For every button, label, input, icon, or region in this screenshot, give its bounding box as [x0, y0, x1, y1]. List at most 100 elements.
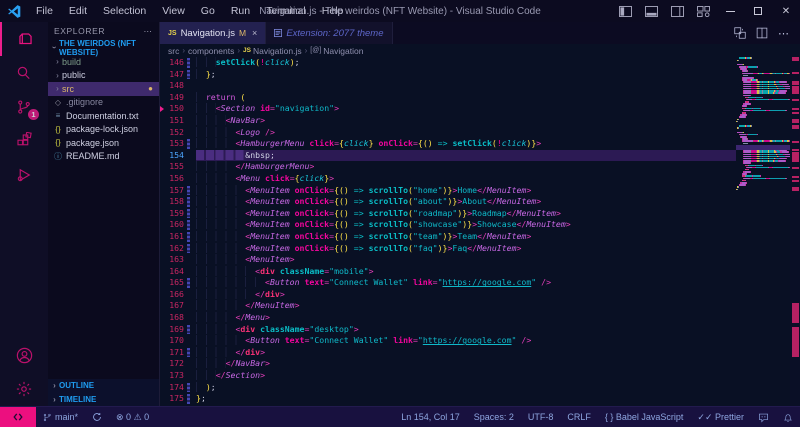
code-line-170[interactable]: 170 <Button text="Connect Wallet" link="… — [160, 335, 736, 347]
code-text: <Button text="Connect Wallet" link="http… — [196, 277, 736, 289]
explorer-more-actions-icon[interactable]: ⋯ — [144, 26, 154, 37]
git-modified-gutter-icon — [187, 209, 190, 219]
tree-item-readme-md[interactable]: ⓘREADME.md — [48, 150, 159, 164]
activity-settings-icon[interactable] — [0, 372, 48, 406]
line-number: 173 — [160, 370, 184, 382]
code-line-159[interactable]: 159 <MenuItem onClick={() => scrollTo("r… — [160, 208, 736, 220]
code-line-157[interactable]: 157 <MenuItem onClick={() => scrollTo("h… — [160, 185, 736, 197]
breadcrumb: src›components›JSNavigation.js›[@]Naviga… — [160, 44, 800, 57]
code-line-161[interactable]: 161 <MenuItem onClick={() => scrollTo("t… — [160, 231, 736, 243]
code-line-172[interactable]: 172 </NavBar> — [160, 358, 736, 370]
split-editor-icon[interactable] — [756, 27, 768, 39]
remote-indicator[interactable] — [0, 407, 36, 427]
sidebar-panel-timeline[interactable]: ›TIMELINE — [48, 393, 159, 407]
tree-item-public[interactable]: ›public — [48, 69, 159, 83]
customize-layout-icon[interactable] — [690, 0, 716, 22]
code-line-148[interactable]: 148 — [160, 80, 736, 92]
project-root-item[interactable]: › THE WEIRDOS (NFT WEBSITE) — [48, 40, 159, 55]
code-line-167[interactable]: 167 </MenuItem> — [160, 300, 736, 312]
breadcrumb-item-navigation[interactable]: [@]Navigation — [310, 46, 363, 56]
menu-help[interactable]: Help — [314, 0, 352, 22]
menu-selection[interactable]: Selection — [95, 0, 154, 22]
sync-button[interactable] — [85, 407, 109, 427]
code-line-174[interactable]: 174 ); — [160, 382, 736, 394]
tree-item--gitignore[interactable]: ◇.gitignore — [48, 96, 159, 110]
tree-item-build[interactable]: ›build — [48, 55, 159, 69]
menu-view[interactable]: View — [154, 0, 193, 22]
breadcrumb-item-src[interactable]: src — [168, 46, 179, 56]
code-editor[interactable]: 146 setClick(!click);147 };148149 return… — [160, 57, 800, 406]
activity-run-and-debug-icon[interactable] — [0, 158, 48, 192]
code-line-156[interactable]: 156 <Menu click={click}> — [160, 173, 736, 185]
status-item-2[interactable]: UTF-8 — [521, 407, 561, 427]
line-number: 159 — [160, 208, 184, 220]
toggle-secondary-sidebar-icon[interactable] — [664, 0, 690, 22]
line-number: 170 — [160, 335, 184, 347]
code-line-147[interactable]: 147 }; — [160, 69, 736, 81]
code-line-171[interactable]: 171 </div> — [160, 347, 736, 359]
code-line-165[interactable]: 165 <Button text="Connect Wallet" link="… — [160, 277, 736, 289]
problems-status[interactable]: ⊗ 0 ⚠ 0 — [109, 407, 156, 427]
file-type-icon: ⓘ — [53, 151, 63, 162]
minimap[interactable] — [736, 57, 790, 406]
code-text: </Section> — [196, 370, 736, 382]
menu-run[interactable]: Run — [223, 0, 258, 22]
sync-icon — [92, 412, 102, 422]
activity-source-control-icon[interactable]: 1 — [0, 90, 48, 124]
code-line-176[interactable]: 176 — [160, 405, 736, 406]
git-branch-status[interactable]: main* — [36, 407, 85, 427]
code-line-158[interactable]: 158 <MenuItem onClick={() => scrollTo("a… — [160, 196, 736, 208]
tab-navigation-js[interactable]: JSNavigation.jsM× — [160, 22, 266, 44]
sidebar-panel-outline[interactable]: ›OUTLINE — [48, 379, 159, 393]
code-line-149[interactable]: 149 return ( — [160, 92, 736, 104]
toggle-panel-icon[interactable] — [638, 0, 664, 22]
code-line-173[interactable]: 173 </Section> — [160, 370, 736, 382]
open-changes-icon[interactable] — [734, 27, 746, 39]
code-line-155[interactable]: 155 </HamburgerMenu> — [160, 161, 736, 173]
status-item-5[interactable]: ✓✓ Prettier — [690, 407, 751, 427]
code-line-150[interactable]: 150 <Section id="navigation"> — [160, 103, 736, 115]
menu-file[interactable]: File — [28, 0, 61, 22]
code-line-154[interactable]: 154 &nbsp; — [160, 150, 736, 162]
close-button[interactable]: ✕ — [772, 0, 800, 22]
activity-search-icon[interactable] — [0, 56, 48, 90]
notifications-bell-button[interactable] — [776, 407, 800, 427]
activity-extensions-icon[interactable] — [0, 124, 48, 158]
code-line-153[interactable]: 153 <HamburgerMenu click={click} onClick… — [160, 138, 736, 150]
tree-item-documentation-txt[interactable]: ≡Documentation.txt — [48, 109, 159, 123]
status-item-0[interactable]: Ln 154, Col 17 — [394, 407, 467, 427]
code-line-168[interactable]: 168 </Menu> — [160, 312, 736, 324]
status-item-1[interactable]: Spaces: 2 — [467, 407, 521, 427]
activity-account-icon[interactable] — [0, 338, 48, 372]
status-item-4[interactable]: { } Babel JavaScript — [598, 407, 691, 427]
code-line-164[interactable]: 164 <div className="mobile"> — [160, 266, 736, 278]
menu-terminal[interactable]: Terminal — [258, 0, 314, 22]
code-line-152[interactable]: 152 <Logo /> — [160, 127, 736, 139]
tree-item-package-lock-json[interactable]: {}package-lock.json — [48, 123, 159, 137]
code-line-151[interactable]: 151 <NavBar> — [160, 115, 736, 127]
code-line-169[interactable]: 169 <div className="desktop"> — [160, 324, 736, 336]
toggle-sidebar-icon[interactable] — [612, 0, 638, 22]
tree-item-src[interactable]: ›src● — [48, 82, 159, 96]
menu-go[interactable]: Go — [193, 0, 223, 22]
maximize-button[interactable] — [744, 0, 772, 22]
status-item-3[interactable]: CRLF — [560, 407, 598, 427]
breadcrumb-item-components[interactable]: components — [188, 46, 234, 56]
tree-item-package-json[interactable]: {}package.json — [48, 136, 159, 150]
activity-explorer-icon[interactable] — [0, 22, 48, 56]
code-line-163[interactable]: 163 <MenuItem> — [160, 254, 736, 266]
git-modified-gutter-icon — [187, 139, 190, 149]
tab-close-icon[interactable]: × — [252, 28, 257, 38]
tab-extension-2077-theme[interactable]: Extension: 2077 theme — [266, 22, 392, 44]
more-actions-icon[interactable]: ⋯ — [778, 27, 790, 40]
code-line-146[interactable]: 146 setClick(!click); — [160, 57, 736, 69]
code-line-160[interactable]: 160 <MenuItem onClick={() => scrollTo("s… — [160, 219, 736, 231]
menu-edit[interactable]: Edit — [61, 0, 95, 22]
code-line-166[interactable]: 166 </div> — [160, 289, 736, 301]
breadcrumb-item-navigation-js[interactable]: JSNavigation.js — [243, 46, 302, 56]
code-line-162[interactable]: 162 <MenuItem onClick={() => scrollTo("f… — [160, 243, 736, 255]
code-text: <MenuItem onClick={() => scrollTo("about… — [196, 196, 736, 208]
feedback-button[interactable] — [751, 407, 776, 427]
code-line-175[interactable]: 175}; — [160, 393, 736, 405]
minimize-button[interactable] — [716, 0, 744, 22]
